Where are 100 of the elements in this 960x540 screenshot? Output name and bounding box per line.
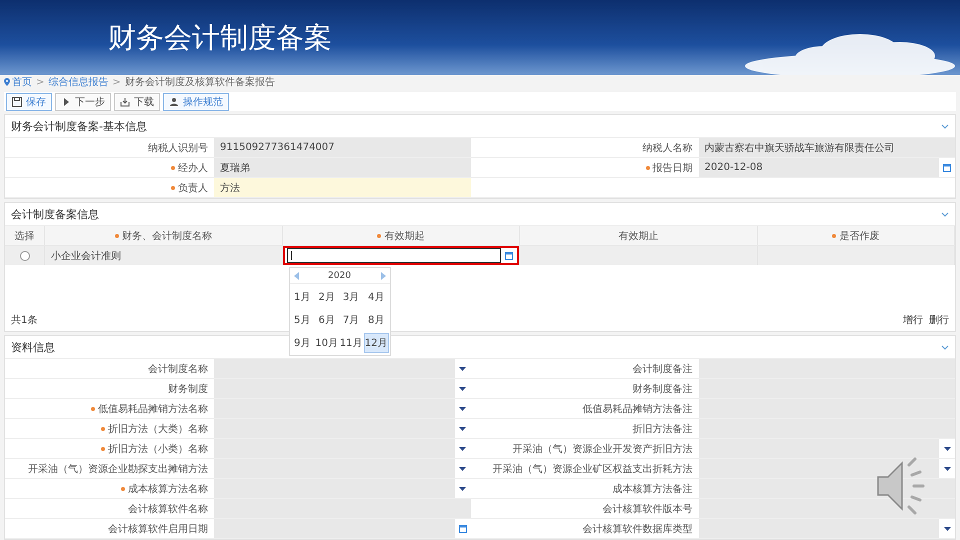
required-dot (114, 234, 119, 238)
picker-year: 2020 (328, 270, 351, 280)
input-field[interactable]: 方法 (214, 178, 470, 197)
column-header: 财务、会计制度名称 (45, 226, 282, 245)
chevron-down-icon[interactable] (941, 344, 949, 350)
required-dot (171, 186, 175, 190)
row-action-link[interactable]: 删行 (929, 313, 949, 327)
required-dot (91, 406, 95, 410)
field-label: 开采油（气）资源企业矿区权益支出折耗方法 (492, 462, 694, 476)
field-label: 负责人 (5, 178, 214, 197)
dropdown-arrow-icon[interactable] (944, 466, 950, 470)
field-label: 低值易耗品摊销方法名称 (5, 399, 214, 418)
calendar-icon[interactable] (505, 251, 513, 260)
month-option[interactable]: 6月 (314, 310, 338, 330)
field-label: 开采油（气）资源企业勘探支出摊销方法 (27, 462, 209, 476)
month-option[interactable]: 4月 (364, 287, 388, 307)
section-title: 财务会计制度备案-基本信息 (11, 118, 147, 134)
field-label: 会计核算软件名称 (127, 502, 209, 516)
breadcrumb-current: 财务会计制度及核算软件备案报告 (124, 76, 275, 89)
required-dot (171, 166, 175, 170)
breadcrumb-separator: > (112, 76, 121, 88)
section-title: 会计制度备案信息 (11, 206, 99, 222)
field-label: 会计核算软件数据库类型 (582, 522, 694, 536)
month-option[interactable]: 10月 (314, 333, 338, 353)
field-label: 会计核算软件版本号 (602, 502, 694, 516)
dropdown-arrow-icon[interactable] (459, 366, 466, 370)
field-label: 会计制度名称 (147, 362, 209, 376)
date-input-field[interactable] (286, 248, 501, 263)
month-option[interactable]: 3月 (339, 287, 363, 307)
month-option[interactable]: 5月 (290, 310, 314, 330)
dropdown-arrow-icon[interactable] (944, 526, 950, 530)
breadcrumb-separator: > (36, 76, 44, 88)
required-dot (646, 166, 650, 170)
field-label: 折旧方法备注 (632, 422, 694, 436)
row-action-link[interactable]: 增行 (903, 313, 923, 327)
field-label: 财务制度 (167, 382, 209, 396)
field-label: 报告日期 (470, 158, 698, 177)
required-dot (121, 486, 125, 490)
field-label: 纳税人名称 (642, 142, 694, 156)
field-label: 纳税人识别号 (147, 142, 209, 156)
column-header: 是否作废 (758, 226, 955, 245)
field-label: 低值易耗品摊销方法备注 (582, 402, 694, 416)
readonly-field: 夏瑞弟 (214, 158, 470, 177)
dropdown-arrow-icon[interactable] (944, 446, 950, 450)
field-label: 成本核算方法备注 (612, 482, 694, 496)
field-label: 折旧方法（大类）名称 (5, 419, 214, 438)
dropdown-arrow-icon[interactable] (459, 386, 466, 390)
dropdown-arrow-icon[interactable] (459, 486, 466, 490)
section-title: 资料信息 (11, 340, 55, 354)
month-option[interactable]: 8月 (364, 310, 388, 330)
record-count: 共1条 (11, 314, 38, 327)
month-option[interactable]: 12月 (364, 333, 388, 353)
required-dot (377, 234, 382, 238)
previous-year-icon[interactable] (294, 272, 300, 280)
download-tray-icon (120, 96, 130, 106)
date-field[interactable]: 2020-12-08 (698, 158, 939, 177)
column-header: 有效期起 (282, 226, 520, 245)
readonly-field: 911509277361474007 (214, 138, 470, 157)
month-option[interactable]: 7月 (339, 310, 363, 330)
month-option[interactable]: 9月 (290, 333, 314, 353)
column-header: 选择 (5, 226, 45, 245)
dropdown-field[interactable] (698, 459, 939, 478)
location-pin-icon (4, 78, 10, 86)
required-dot (832, 234, 836, 238)
date-field[interactable] (214, 519, 454, 538)
breadcrumb-link[interactable]: 综合信息报告 (48, 75, 108, 89)
field-label: 财务制度备注 (632, 382, 694, 396)
slide-title: 财务会计制度备案 (108, 20, 332, 56)
field-label: 经办人 (5, 158, 214, 177)
required-dot (101, 446, 105, 450)
next-button[interactable]: 下一步 (55, 92, 111, 110)
readonly-field: 内蒙古察右中旗天骄战车旅游有限责任公司 (698, 138, 955, 157)
month-option[interactable]: 2月 (314, 287, 338, 307)
field-label: 会计核算软件启用日期 (107, 522, 209, 536)
month-option[interactable]: 1月 (290, 287, 314, 307)
guide-button[interactable]: 操作规范 (163, 92, 229, 110)
download-button[interactable]: 下载 (114, 92, 160, 110)
month-option[interactable]: 11月 (339, 333, 363, 353)
breadcrumb-link[interactable]: 首页 (4, 75, 32, 89)
dropdown-field[interactable] (698, 519, 939, 538)
dropdown-arrow-icon[interactable] (459, 446, 466, 450)
field-label: 折旧方法（小类）名称 (5, 439, 214, 458)
dropdown-arrow-icon[interactable] (459, 466, 466, 470)
chevron-down-icon[interactable] (941, 212, 949, 216)
calendar-icon[interactable] (943, 163, 951, 172)
dropdown-arrow-icon[interactable] (459, 426, 466, 430)
text-cursor (290, 251, 292, 260)
column-header: 有效期止 (520, 226, 758, 245)
chevron-down-icon[interactable] (941, 124, 949, 128)
next-year-icon[interactable] (380, 272, 386, 280)
dropdown-field[interactable] (698, 439, 939, 458)
person-icon (169, 96, 179, 106)
dropdown-arrow-icon[interactable] (459, 406, 466, 410)
save-button[interactable]: 保存 (6, 92, 52, 110)
field-label: 成本核算方法名称 (5, 479, 214, 498)
field-label: 会计制度备注 (632, 362, 694, 376)
radio-button[interactable] (20, 250, 30, 260)
calendar-icon[interactable] (458, 524, 466, 533)
play-icon (61, 96, 71, 106)
required-dot (101, 426, 105, 430)
